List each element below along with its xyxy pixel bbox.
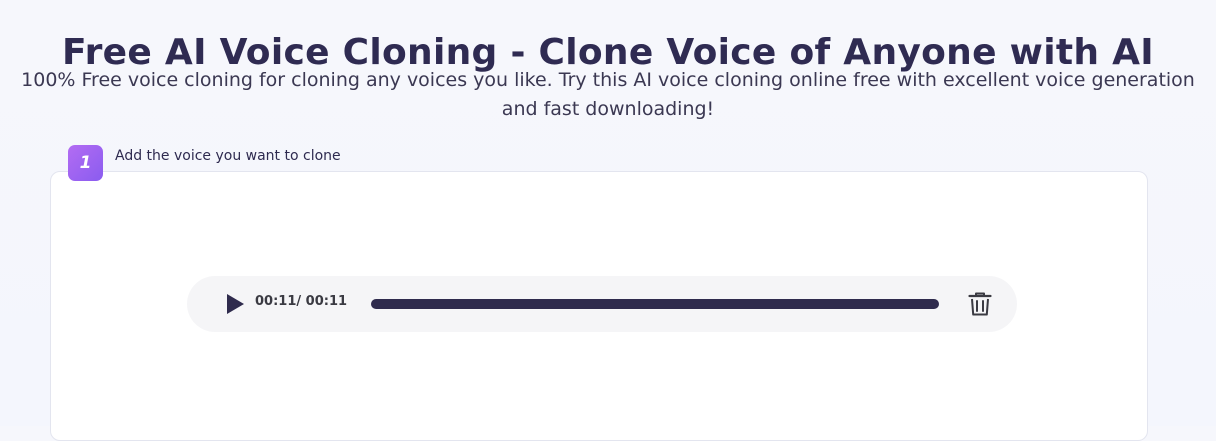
progress-bar[interactable] [371, 299, 939, 309]
trash-icon [968, 292, 992, 316]
step-1-header: 1 Add the voice you want to clone [68, 145, 341, 181]
play-button[interactable] [225, 293, 245, 315]
page-subtitle: 100% Free voice cloning for cloning any … [21, 69, 1195, 120]
voice-upload-card: 00:11/ 00:11 [50, 171, 1148, 441]
step-label: Add the voice you want to clone [115, 148, 341, 164]
delete-button[interactable] [967, 291, 993, 317]
progress-fill [371, 299, 939, 309]
play-icon [227, 294, 244, 314]
time-display: 00:11/ 00:11 [255, 294, 348, 309]
audio-player: 00:11/ 00:11 [187, 276, 1017, 332]
step-number-badge: 1 [68, 145, 103, 181]
